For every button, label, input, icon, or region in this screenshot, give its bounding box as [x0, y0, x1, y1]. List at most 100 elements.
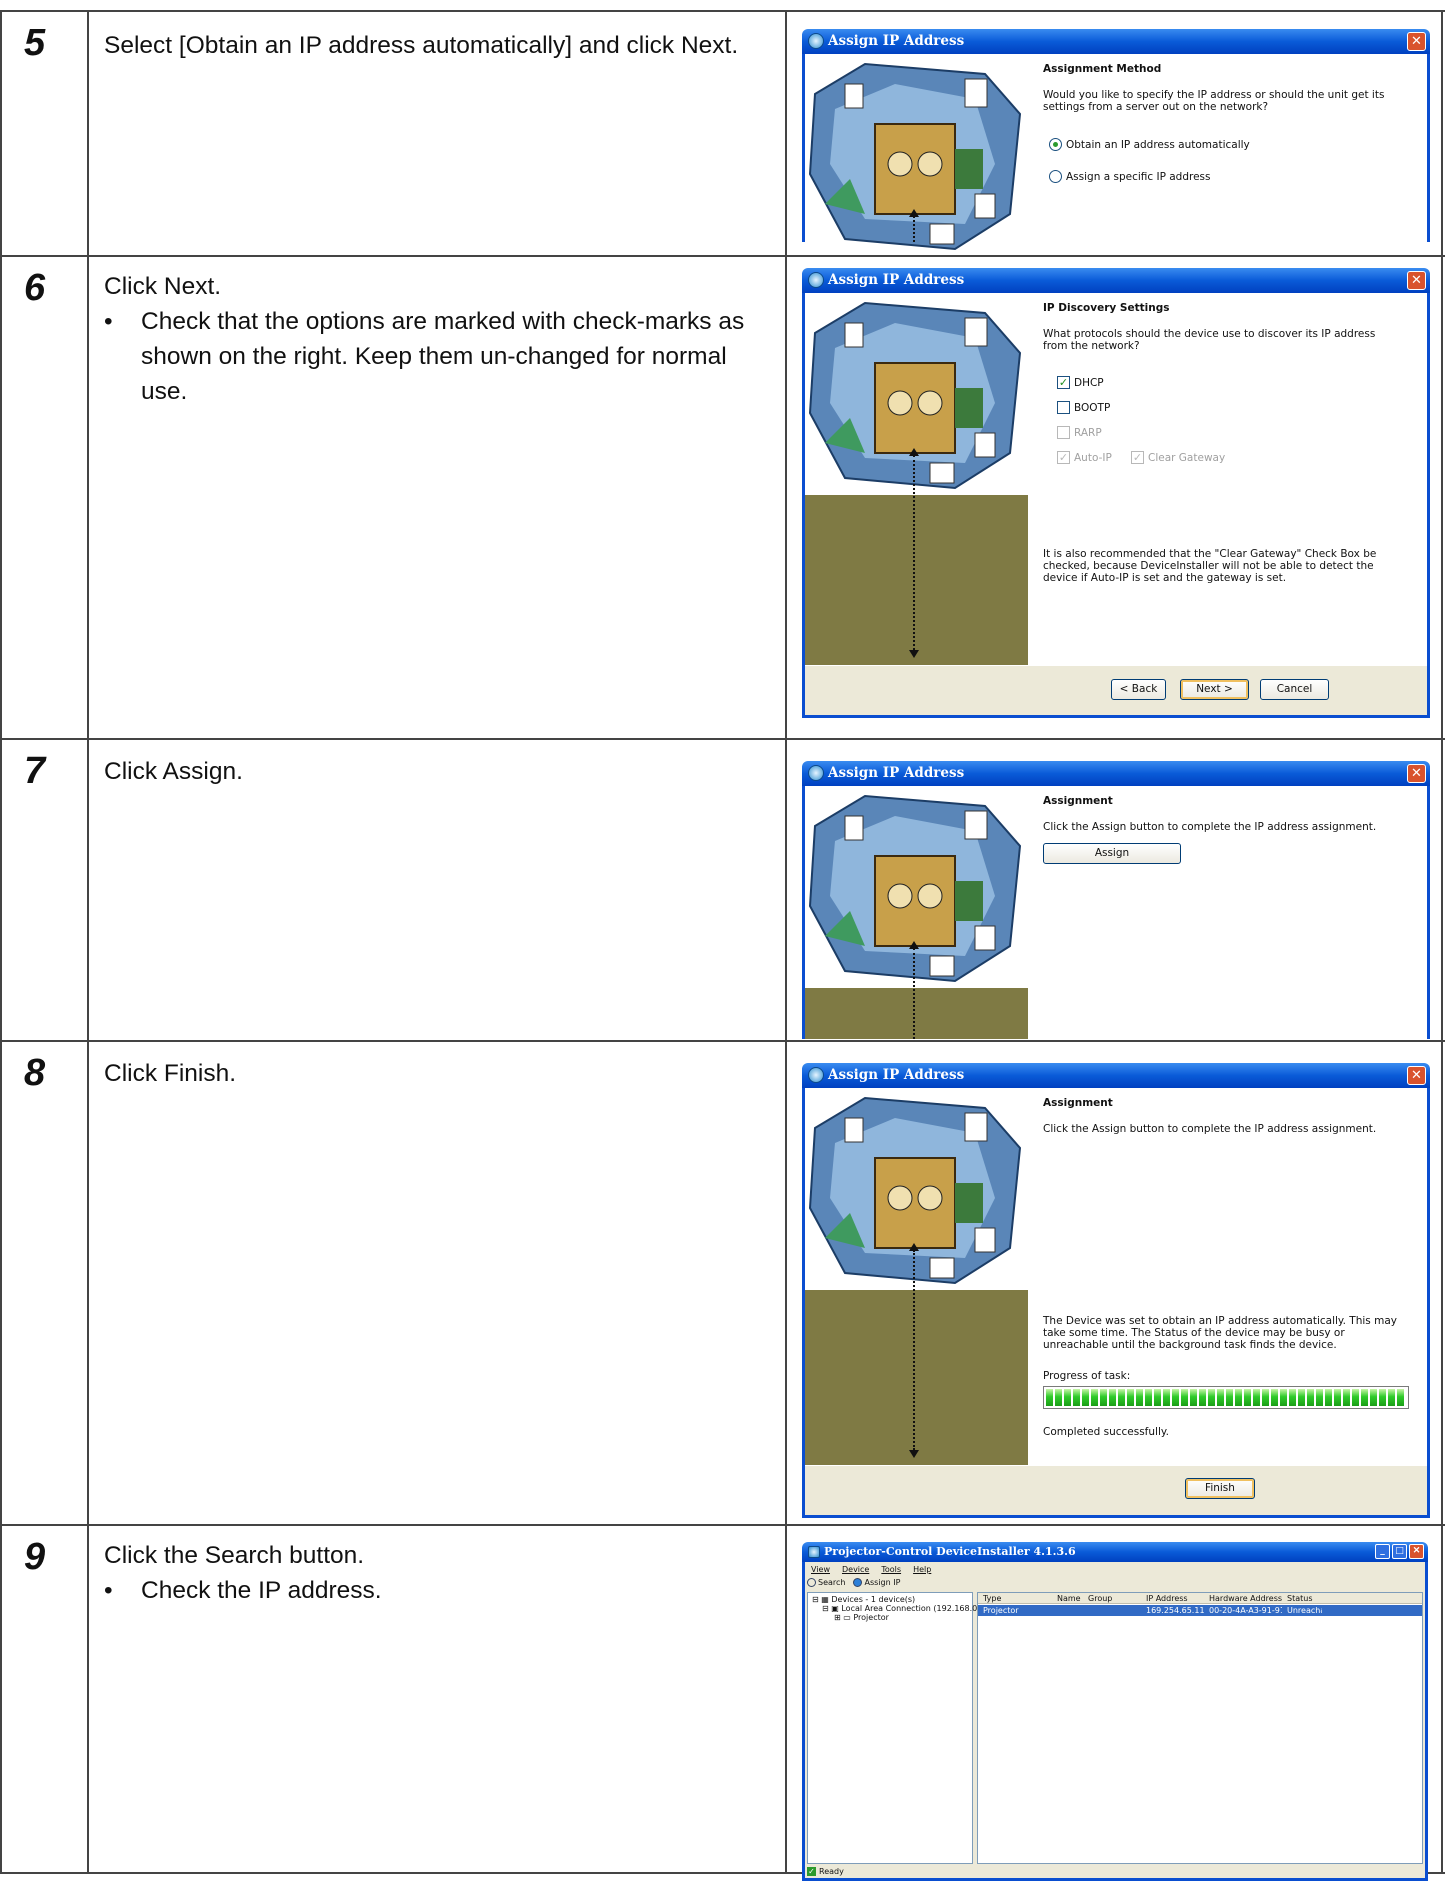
progress-block: [1217, 1389, 1224, 1406]
step-instruction: Click Assign.: [104, 758, 243, 785]
search-icon: [807, 1578, 816, 1587]
step-number: 5: [24, 22, 46, 64]
step-bullet: Check the IP address.: [104, 1573, 769, 1608]
menu-view[interactable]: View: [811, 1565, 830, 1574]
screenshot-cell: Assign IP Address ✕ Assignment Click the …: [787, 1042, 1443, 1524]
radio-assign-specific[interactable]: Assign a specific IP address: [1049, 170, 1211, 183]
column-group[interactable]: Group: [1083, 1593, 1141, 1604]
progress-block: [1289, 1389, 1296, 1406]
menu-bar: View Device Tools Help: [811, 1565, 931, 1574]
dialog-footer: < Back Next > Cancel: [805, 665, 1427, 715]
cancel-button[interactable]: Cancel: [1260, 679, 1329, 700]
checkbox-dhcp[interactable]: ✓ DHCP: [1057, 376, 1104, 389]
dialog-footer: Finish: [805, 1465, 1427, 1515]
step-number-cell: 8: [0, 1042, 89, 1524]
cell-hardware-address: 00-20-4A-A3-91-91: [1209, 1606, 1282, 1615]
tree-item-projector[interactable]: ⊞ ▭ Projector: [812, 1613, 968, 1622]
progress-block: [1091, 1389, 1098, 1406]
column-name[interactable]: Name: [1052, 1593, 1083, 1604]
menu-tools[interactable]: Tools: [881, 1565, 901, 1574]
table-row[interactable]: Projector 169.254.65.115 00-20-4A-A3-91-…: [978, 1605, 1422, 1616]
cell-status: Unreachable: [1287, 1606, 1322, 1615]
assign-ip-button[interactable]: Assign IP: [853, 1578, 900, 1587]
column-hardware-address[interactable]: Hardware Address: [1204, 1593, 1282, 1604]
back-button[interactable]: < Back: [1111, 679, 1166, 700]
step-instruction: Click the Search button.: [104, 1542, 365, 1569]
assign-ip-dialog: Assign IP Address ✕ IP Discovery Settings…: [802, 268, 1430, 718]
checkbox-label: Auto-IP: [1074, 451, 1112, 464]
checkbox-unchecked-icon[interactable]: [1057, 401, 1070, 414]
progress-block: [1352, 1389, 1359, 1406]
arrow-line: [913, 1250, 915, 1450]
wizard-sidebar: [805, 293, 1028, 665]
step-number: 9: [24, 1536, 46, 1578]
close-button[interactable]: ✕: [1409, 1544, 1424, 1559]
globe-icon: [853, 1578, 863, 1587]
radio-obtain-auto[interactable]: Obtain an IP address automatically: [1049, 138, 1250, 151]
radio-label: Assign a specific IP address: [1066, 170, 1211, 183]
step-row: 7 Click Assign. Assign IP Address ✕ Assig…: [0, 738, 1445, 1040]
close-icon[interactable]: ✕: [1407, 271, 1426, 290]
tree-item-connection[interactable]: ⊟ ▣ Local Area Connection (192.168.0.51): [812, 1604, 993, 1613]
radio-selected-icon[interactable]: [1049, 138, 1062, 151]
question-text: Would you like to specify the IP address…: [1043, 89, 1385, 113]
progress-block: [1244, 1389, 1251, 1406]
step-row: 5 Select [Obtain an IP address automatic…: [0, 10, 1445, 256]
checkbox-checked-icon[interactable]: ✓: [1057, 376, 1070, 389]
recommendation-text: It is also recommended that the "Clear G…: [1043, 548, 1377, 584]
arrow-line: [913, 455, 915, 650]
column-type[interactable]: Type: [978, 1593, 1052, 1604]
step-text-cell: Click Assign.: [89, 740, 787, 1040]
progress-block: [1226, 1389, 1233, 1406]
progress-block: [1388, 1389, 1395, 1406]
wizard-sidebar: [805, 1088, 1028, 1465]
assign-ip-dialog: Assign IP Address ✕ Assignment Click the …: [802, 761, 1430, 1039]
step-text: Select [Obtain an IP address automatical…: [104, 28, 769, 63]
maximize-button[interactable]: □: [1392, 1544, 1407, 1559]
assign-ip-dialog: Assign IP Address ✕ Assignment Click the …: [802, 1063, 1430, 1518]
checkbox-label: DHCP: [1074, 376, 1104, 389]
globe-icon: [808, 1067, 824, 1083]
tree-item-devices[interactable]: ⊟ ▦ Devices - 1 device(s): [812, 1595, 968, 1604]
step-instruction: Click Next.: [104, 273, 222, 300]
progress-block: [1280, 1389, 1287, 1406]
radio-unselected-icon[interactable]: [1049, 170, 1062, 183]
minimize-button[interactable]: _: [1375, 1544, 1390, 1559]
progress-block: [1307, 1389, 1314, 1406]
menu-device[interactable]: Device: [842, 1565, 869, 1574]
progress-block: [1325, 1389, 1332, 1406]
progress-block: [1163, 1389, 1170, 1406]
close-icon[interactable]: ✕: [1407, 32, 1426, 51]
progress-block: [1100, 1389, 1107, 1406]
close-icon[interactable]: ✕: [1407, 764, 1426, 783]
checkbox-bootp[interactable]: BOOTP: [1057, 401, 1110, 414]
globe-icon: [808, 272, 824, 288]
screenshot-cell: Assign IP Address ✕ Assignment Method Wou…: [787, 12, 1443, 256]
progress-block: [1271, 1389, 1278, 1406]
cell-group: [1083, 1605, 1141, 1616]
instruction-text: Click the Assign button to complete the …: [1043, 821, 1377, 833]
step-row: 8 Click Finish. Assign IP Address ✕ Assig…: [0, 1040, 1445, 1524]
finish-button[interactable]: Finish: [1185, 1478, 1255, 1499]
dialog-title: Assign IP Address: [828, 33, 965, 49]
section-heading: IP Discovery Settings: [1043, 302, 1170, 314]
menu-help[interactable]: Help: [913, 1565, 931, 1574]
search-button[interactable]: Search: [807, 1578, 845, 1587]
tree-label: Local Area Connection (192.168.0.51): [841, 1604, 994, 1613]
progress-block: [1361, 1389, 1368, 1406]
wizard-illustration: [805, 1088, 1028, 1290]
next-button[interactable]: Next >: [1180, 679, 1249, 700]
screenshot-cell: Assign IP Address ✕ Assignment Click the …: [787, 740, 1443, 1040]
progress-block: [1127, 1389, 1134, 1406]
progress-block: [1370, 1389, 1377, 1406]
checkbox-disabled-checked-icon: ✓: [1057, 451, 1070, 464]
device-info-text: The Device was set to obtain an IP addre…: [1043, 1315, 1397, 1351]
column-status[interactable]: Status: [1282, 1593, 1322, 1604]
arrow-icon: [909, 209, 919, 217]
close-icon[interactable]: ✕: [1407, 1066, 1426, 1085]
step-instruction: Click Finish.: [104, 1060, 237, 1087]
column-ip-address[interactable]: IP Address: [1141, 1593, 1204, 1604]
section-heading: Assignment Method: [1043, 63, 1162, 75]
assign-button[interactable]: Assign: [1043, 843, 1181, 864]
progress-block: [1253, 1389, 1260, 1406]
